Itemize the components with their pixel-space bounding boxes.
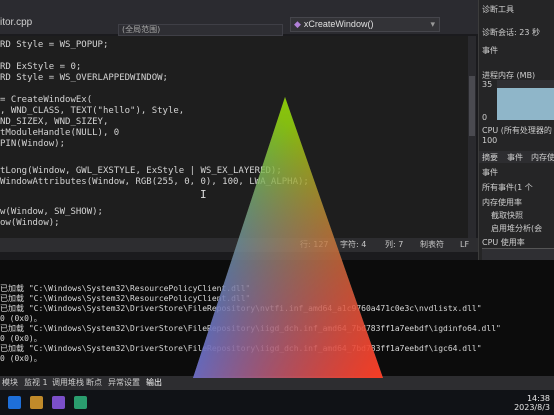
process-memory-chart [497,80,554,120]
cpu-heading: CPU (所有处理器的 [482,126,552,135]
heap-analysis-toggle[interactable]: 启用堆分析(会 [491,223,542,234]
memory-usage-section: 内存使用率 [482,198,522,207]
code-line: tModuleHandle(NULL), 0 [0,128,120,138]
output-line: 已加载 "C:\Windows\System32\ResourcePolicyC… [0,284,251,293]
all-events-item[interactable]: 所有事件(1 个 [482,182,533,193]
cpu-usage-section: CPU 使用率 [482,238,525,247]
mem-axis-min: 0 [482,113,488,122]
tab-call-stack[interactable]: 调用堆栈 [52,376,84,390]
clock-date: 2023/8/3 [514,403,550,412]
code-line: RD ExStyle = 0; [0,62,82,72]
code-line: WindowAttributes(Window, RGB(255, 0, 0),… [0,177,309,187]
diagnostics-tabs: 摘要 事件 内存使用 [479,151,554,163]
code-line: tLong(Window, GWL_EXSTYLE, ExStyle | WS_… [0,166,282,176]
status-char: 字符: 4 [340,240,367,249]
output-line: 0 (0x0)。 [0,354,42,363]
tab-memory-usage[interactable]: 内存使用 [531,152,554,163]
code-line: = CreateWindowEx( [0,95,93,105]
tab-events[interactable]: 事件 [507,152,523,163]
editor-status-bar: 行: 127 字符: 4 列: 7 制表符 LF [0,238,480,252]
clock-time: 14:38 [526,394,550,403]
output-line: 0 (0x0)。 [0,314,42,323]
taskbar: 14:38 2023/8/3 [0,390,554,415]
memory-fill [497,88,554,120]
code-line: RD Style = WS_OVERLAPPEDWINDOW; [0,73,168,83]
code-line: RD Style = WS_POPUP; [0,40,109,50]
code-line: PIN(Window); [0,139,66,149]
diagnostics-panel: 诊断工具 诊断会话: 23 秒 事件 进程内存 (MB) 35 0 CPU (所… [478,0,554,270]
output-line: 已加载 "C:\Windows\System32\ResourcePolicyC… [0,294,251,303]
file-explorer-icon[interactable] [30,396,43,409]
output-line: 已加载 "C:\Windows\System32\DriverStore\Fil… [0,324,501,333]
status-col: 列: 7 [385,240,404,249]
scope-dropdown[interactable]: (全局范围) [118,24,283,36]
function-name: xCreateWindow() [303,19,374,29]
function-dropdown[interactable]: ◆ xCreateWindow() ▾ [290,17,440,32]
visual-studio-icon[interactable] [52,396,65,409]
output-line: 已加载 "C:\Windows\System32\DriverStore\Fil… [0,304,482,313]
code-line: ND_SIZEX, WND_SIZEY, [0,117,109,127]
tab-exception-settings[interactable]: 异常设置 [108,376,140,390]
mem-axis-max: 35 [482,80,493,89]
status-line: 行: 127 [300,240,329,249]
diagnostics-title: 诊断工具 [482,5,514,14]
system-clock: 14:38 2023/8/3 [514,394,550,412]
chevron-down-icon: ▾ [430,19,435,29]
editor-scrollbar[interactable] [468,36,476,241]
code-line: , WND_CLASS, TEXT("hello"), Style, [0,106,185,116]
file-tab[interactable]: itor.cpp [0,17,32,28]
bottom-tool-tabs: 模块 监视 1 调用堆栈 断点 异常设置 输出 [0,376,554,392]
tab-breakpoints[interactable]: 断点 [86,376,102,390]
tab-summary[interactable]: 摘要 [482,152,498,163]
code-line: w(Window, SW_SHOW); [0,207,103,217]
title-bar: itor.cpp (全局范围) ◆ xCreateWindow() ▾ [0,0,554,36]
tab-modules[interactable]: 模块 [2,376,18,390]
function-cube-icon: ◆ [294,19,301,29]
output-line: 已加载 "C:\Windows\System32\DriverStore\Fil… [0,344,482,353]
cpu-axis-max: 100 [482,136,498,145]
diagnostics-session: 诊断会话: 23 秒 [482,28,540,37]
events-heading: 事件 [482,46,498,55]
status-eol: LF [460,240,470,249]
code-editor[interactable]: RD Style = WS_POPUP; RD ExStyle = 0; RD … [0,36,470,241]
code-line: ow(Window); [0,218,60,228]
status-tabs: 制表符 [420,240,444,249]
text-cursor-icon: I [200,188,207,201]
output-pane[interactable]: 已加载 "C:\Windows\System32\ResourcePolicyC… [0,260,554,378]
events-section: 事件 [482,168,498,177]
output-line: 0 (0x0)。 [0,334,42,343]
scrollbar-thumb[interactable] [469,76,475,136]
tab-watch-1[interactable]: 监视 1 [24,376,48,390]
start-icon[interactable] [8,396,21,409]
take-snapshot-button[interactable]: 截取快照 [491,210,523,221]
browser-icon[interactable] [74,396,87,409]
